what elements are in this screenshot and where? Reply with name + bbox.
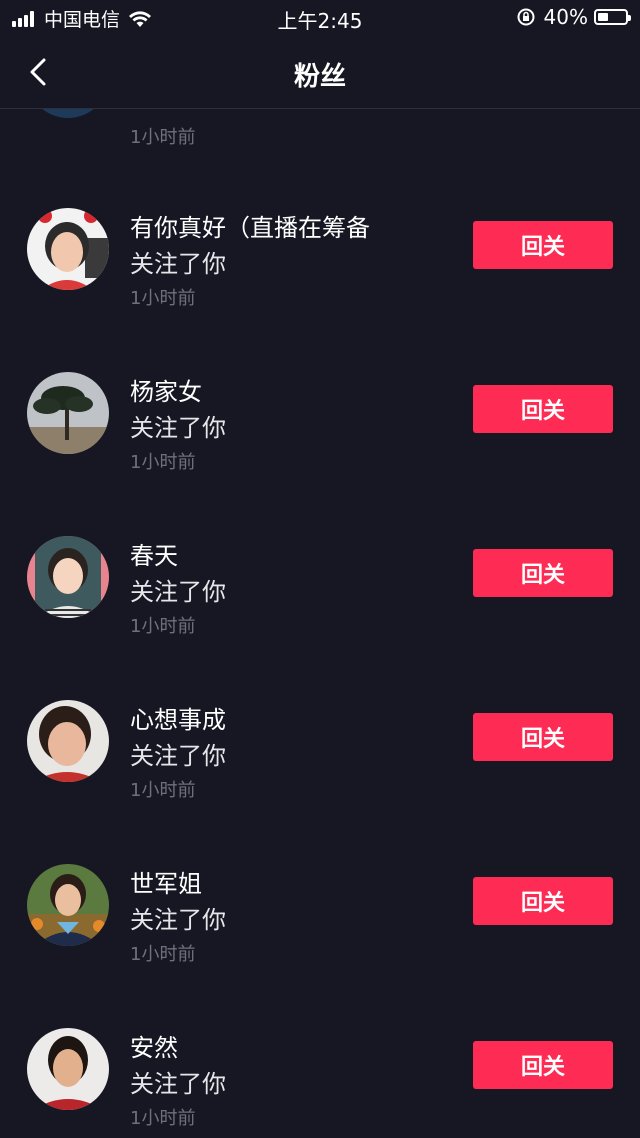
list-item[interactable]: 杨家女 关注了你 1小时前 回关: [0, 372, 640, 536]
list-item[interactable]: 心想事成 关注了你 1小时前 回关: [0, 700, 640, 864]
follow-back-button[interactable]: 回关: [473, 713, 613, 761]
battery-icon: [594, 9, 631, 25]
follow-time: 1小时前: [130, 288, 196, 309]
follow-back-button[interactable]: 回关: [473, 1041, 613, 1089]
follower-name[interactable]: 安然: [130, 1028, 178, 1063]
follower-name[interactable]: 心想事成: [130, 700, 226, 735]
nav-bar: 粉丝: [0, 36, 640, 109]
follow-time: 1小时前: [130, 1108, 196, 1129]
avatar[interactable]: [27, 109, 109, 118]
status-bar: 中国电信 上午2:45 40%: [0, 0, 640, 36]
follow-back-button[interactable]: 回关: [473, 385, 613, 433]
avatar[interactable]: [27, 208, 109, 290]
rotation-lock-icon: [517, 8, 535, 26]
follower-status: 关注了你: [130, 906, 226, 934]
follower-status: 关注了你: [130, 742, 226, 770]
follower-status: 关注了你: [130, 250, 226, 278]
avatar[interactable]: [27, 864, 109, 946]
follow-time: 1小时前: [130, 944, 196, 965]
follow-time: 1小时前: [130, 616, 196, 637]
follower-status: 关注了你: [130, 1070, 226, 1098]
follow-back-button[interactable]: 回关: [473, 221, 613, 269]
follow-time: 1小时前: [130, 127, 196, 148]
follow-time: 1小时前: [130, 780, 196, 801]
page-title: 粉丝: [293, 62, 346, 92]
list-item-partial[interactable]: 1小时前: [0, 109, 640, 169]
list-item[interactable]: 有你真好（直播在筹备 关注了你 1小时前 回关: [0, 208, 640, 372]
follower-list[interactable]: 1小时前 有你真好（直播在筹备 关注了你 1小时前 回关 杨家女 关注了你 1小…: [0, 109, 640, 1138]
avatar[interactable]: [27, 536, 109, 618]
battery-fill: [598, 13, 608, 21]
avatar[interactable]: [27, 1028, 109, 1110]
follower-status: 关注了你: [130, 414, 226, 442]
follower-name[interactable]: 有你真好（直播在筹备: [130, 208, 370, 243]
avatar[interactable]: [27, 700, 109, 782]
follow-back-button[interactable]: 回关: [473, 877, 613, 925]
follower-status: 关注了你: [130, 578, 226, 606]
battery-percent: 40%: [543, 5, 588, 29]
list-item[interactable]: 安然 关注了你 1小时前 回关: [0, 1028, 640, 1138]
list-item[interactable]: 世军姐 关注了你 1小时前 回关: [0, 864, 640, 1028]
follow-time: 1小时前: [130, 452, 196, 473]
follow-back-button[interactable]: 回关: [473, 549, 613, 597]
follower-name[interactable]: 杨家女: [130, 372, 202, 407]
status-right: 40%: [516, 5, 631, 29]
avatar[interactable]: [27, 372, 109, 454]
list-item[interactable]: 春天 关注了你 1小时前 回关: [0, 536, 640, 700]
follower-name[interactable]: 春天: [130, 536, 178, 571]
follower-name[interactable]: 世军姐: [130, 864, 202, 899]
